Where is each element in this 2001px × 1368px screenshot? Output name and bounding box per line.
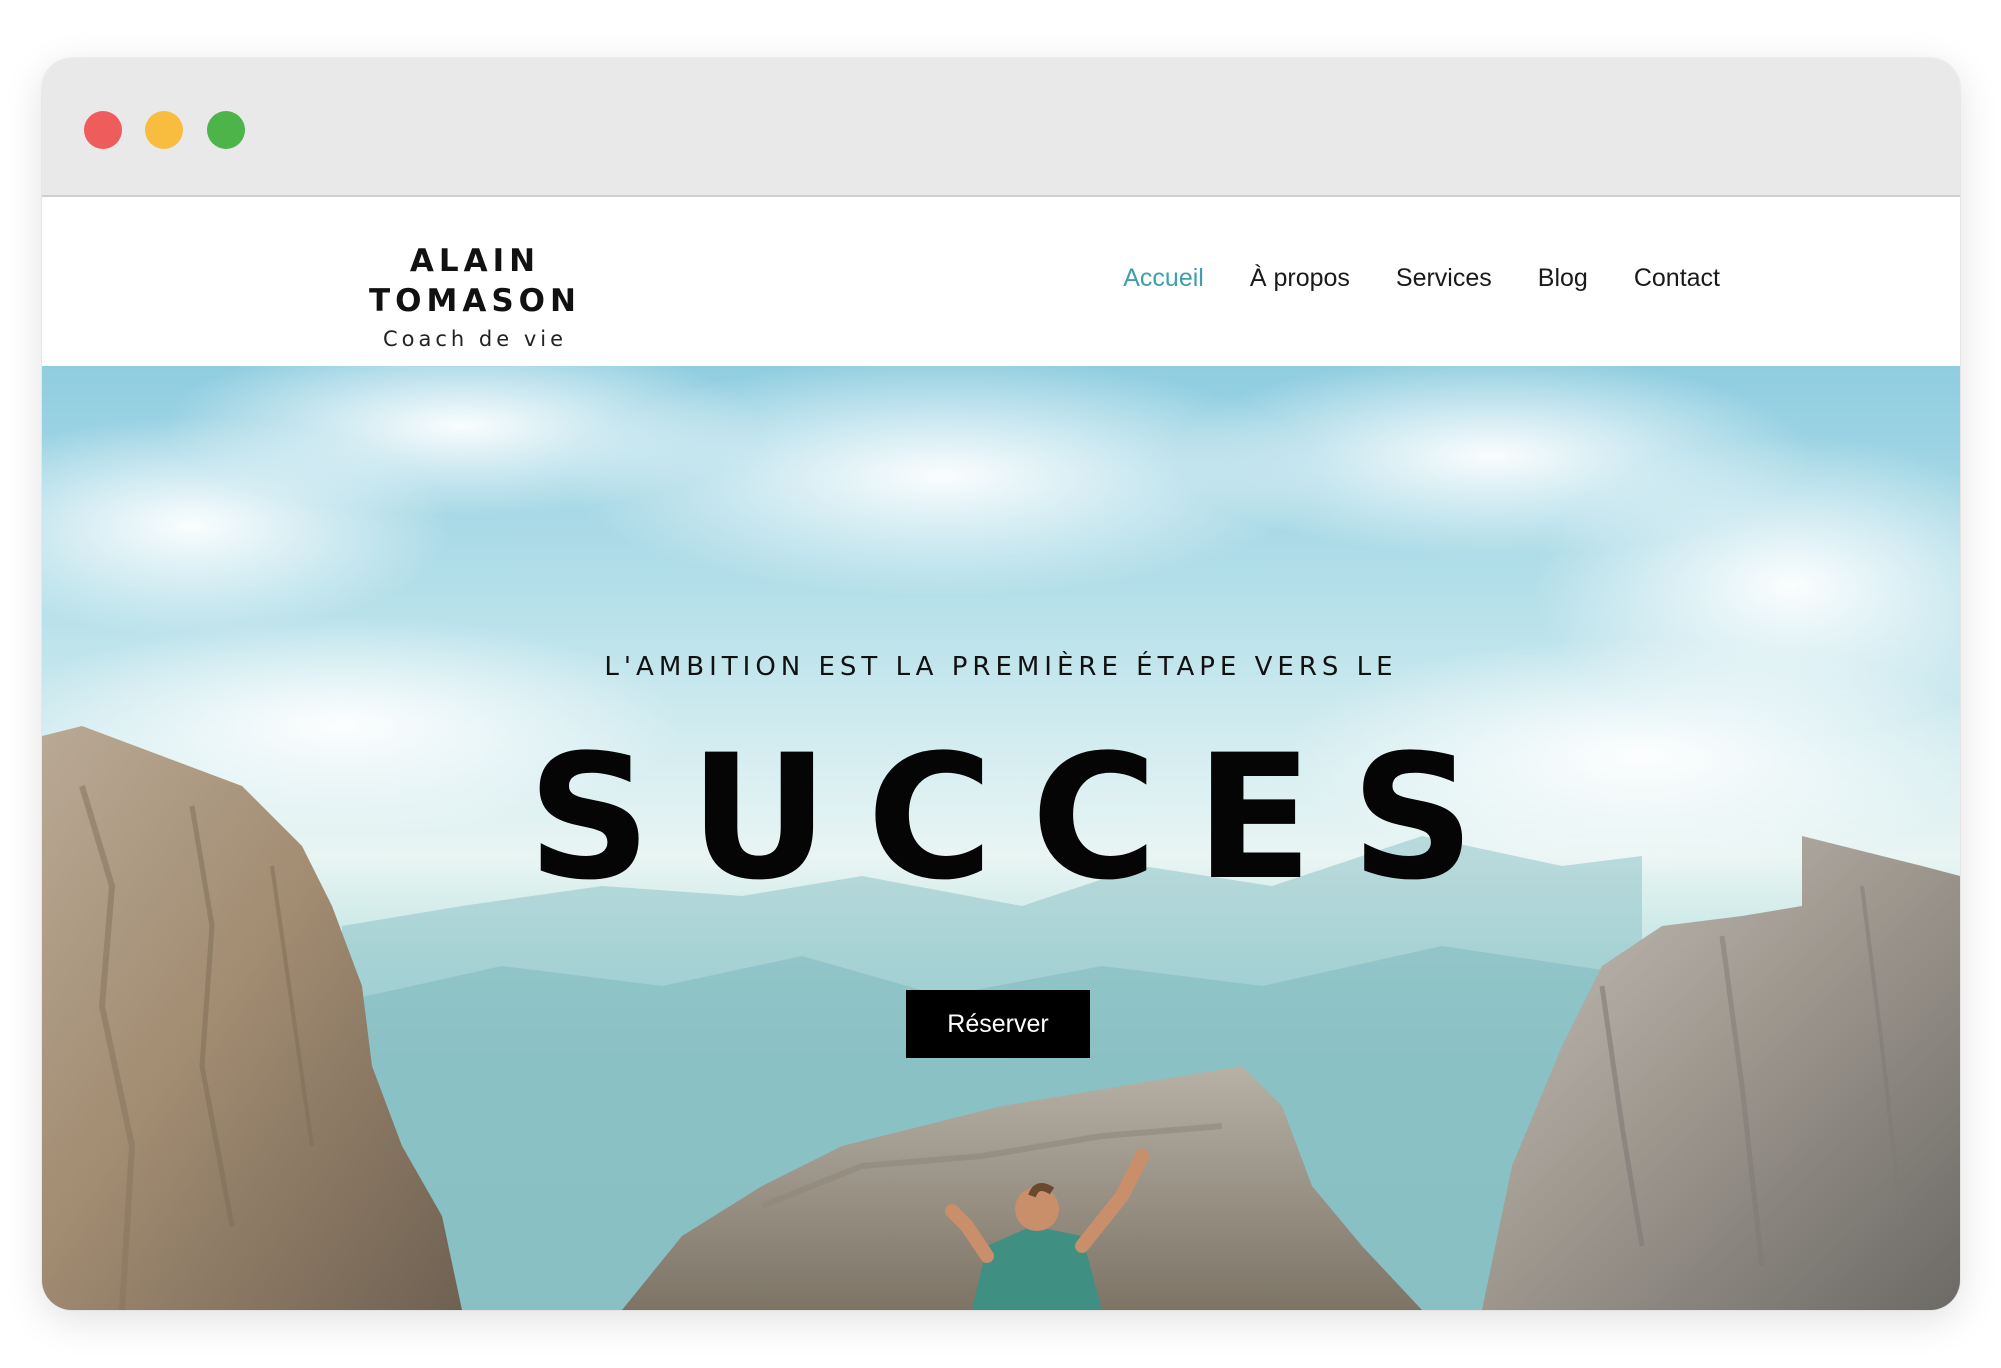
minimize-window-button[interactable]: [145, 111, 183, 149]
site-logo[interactable]: ALAIN TOMASON Coach de vie: [300, 241, 650, 351]
nav-item-contact[interactable]: Contact: [1634, 263, 1720, 293]
close-window-button[interactable]: [84, 111, 122, 149]
main-nav: Accueil À propos Services Blog Contact: [1123, 263, 1720, 293]
hero-section: L'AMBITION EST LA PREMIÈRE ÉTAPE VERS LE…: [42, 366, 1960, 1310]
reserve-button[interactable]: Réserver: [906, 990, 1090, 1058]
nav-item-services[interactable]: Services: [1396, 263, 1492, 293]
site-header: ALAIN TOMASON Coach de vie Accueil À pro…: [42, 197, 1960, 366]
nav-item-a-propos[interactable]: À propos: [1250, 263, 1350, 293]
nav-item-blog[interactable]: Blog: [1538, 263, 1588, 293]
nav-item-accueil[interactable]: Accueil: [1123, 263, 1204, 293]
hero-kicker: L'AMBITION EST LA PREMIÈRE ÉTAPE VERS LE: [604, 652, 1398, 682]
maximize-window-button[interactable]: [207, 111, 245, 149]
logo-name: ALAIN TOMASON: [369, 243, 581, 319]
window-titlebar: [42, 58, 1960, 197]
browser-window: ALAIN TOMASON Coach de vie Accueil À pro…: [42, 58, 1960, 1310]
logo-tagline: Coach de vie: [382, 327, 568, 351]
hero-title: SUCCES: [527, 717, 1513, 918]
